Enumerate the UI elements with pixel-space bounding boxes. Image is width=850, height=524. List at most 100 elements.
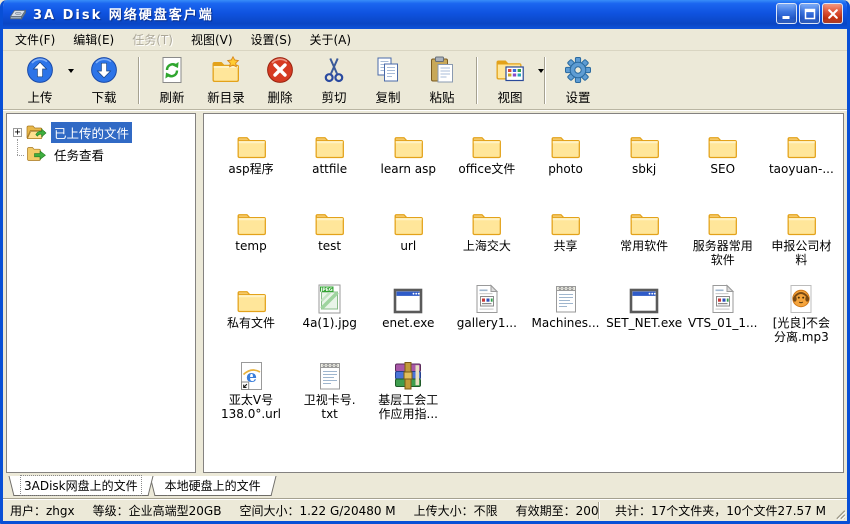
menu-view[interactable]: 视图(V) xyxy=(182,28,242,51)
file-item[interactable]: test xyxy=(291,204,369,281)
file-label: 卫视卡号. txt xyxy=(304,393,356,421)
file-item[interactable]: JPEG 4a(1).jpg xyxy=(291,281,369,358)
toolbar-button-label: 复制 xyxy=(375,87,400,106)
copy-icon xyxy=(375,56,401,85)
toolbar-button-label: 新目录 xyxy=(207,87,245,106)
file-item[interactable]: VTS_01_1... xyxy=(684,281,762,358)
view-button[interactable]: 视图 xyxy=(483,54,537,106)
dropdown-arrow-icon[interactable] xyxy=(67,67,75,75)
file-label: 私有文件 xyxy=(227,316,275,330)
file-item[interactable]: gallery1... xyxy=(448,281,526,358)
status-bar: 用户：zhgx等级：企业高端型20GB空间大小：1.22 G/20480 M上传… xyxy=(3,498,847,521)
tab-remote-files[interactable]: 3ADisk网盘上的文件 xyxy=(17,476,145,496)
copy-button[interactable]: 复制 xyxy=(361,54,415,106)
folder-icon xyxy=(236,281,267,314)
file-item[interactable]: 申报公司材 料 xyxy=(762,204,840,281)
title-bar[interactable]: 3A Disk 网络硬盘客户端 xyxy=(3,0,847,29)
file-item[interactable]: SET_NET.exe xyxy=(605,281,683,358)
folder-icon xyxy=(707,127,738,160)
folder-icon xyxy=(471,127,502,160)
menu-task[interactable]: 任务(T) xyxy=(123,28,182,51)
tree-item-label: 已上传的文件 xyxy=(51,122,132,143)
txt-icon xyxy=(318,358,342,391)
tree-item-task-view[interactable]: + 任务查看 xyxy=(7,143,195,165)
menu-edit[interactable]: 编辑(E) xyxy=(64,28,123,51)
view-icon xyxy=(495,56,525,85)
rar-icon xyxy=(394,358,422,391)
tree-item-uploaded-files[interactable]: + 已上传的文件 xyxy=(7,121,195,143)
file-item[interactable]: taoyuan-... xyxy=(762,127,840,204)
file-item[interactable]: enet.exe xyxy=(369,281,447,358)
bottom-tab-bar: 3ADisk网盘上的文件 本地硬盘上的文件 xyxy=(3,476,847,498)
toolbar: 上传 下载 刷新 新目录 删除 剪切 xyxy=(3,51,847,110)
folder-icon xyxy=(550,127,581,160)
status-field: 空间大小：1.22 G/20480 M xyxy=(239,502,395,519)
menu-file[interactable]: 文件(F) xyxy=(6,28,64,51)
toolbar-button-label: 剪切 xyxy=(321,87,346,106)
file-list-panel[interactable]: asp程序 attfile learn asp office文件 photo xyxy=(203,113,844,473)
resize-grip-icon[interactable] xyxy=(833,507,846,520)
paste-button[interactable]: 粘贴 xyxy=(415,54,469,106)
folder-icon xyxy=(707,204,738,237)
file-label: taoyuan-... xyxy=(769,162,834,176)
file-label: temp xyxy=(235,239,266,253)
file-label: attfile xyxy=(312,162,347,176)
download-button[interactable]: 下载 xyxy=(77,54,131,106)
folder-icon xyxy=(314,204,345,237)
folder-icon xyxy=(314,127,345,160)
dropdown-arrow-icon[interactable] xyxy=(537,67,545,75)
jpeg-icon: JPEG xyxy=(317,281,342,314)
file-label: 亚太V号 138.0°.url xyxy=(221,393,281,421)
minimize-button[interactable] xyxy=(776,3,797,24)
toolbar-button-label: 删除 xyxy=(267,87,292,106)
file-item[interactable]: asp程序 xyxy=(212,127,290,204)
toolbar-button-label: 设置 xyxy=(565,87,590,106)
cut-button[interactable]: 剪切 xyxy=(307,54,361,106)
file-item[interactable]: 私有文件 xyxy=(212,281,290,358)
mp3-icon xyxy=(789,281,813,314)
file-item[interactable]: office文件 xyxy=(448,127,526,204)
file-item[interactable]: SEO xyxy=(684,127,762,204)
status-field: 上传大小：不限 xyxy=(414,502,498,519)
file-item[interactable]: 常用软件 xyxy=(605,204,683,281)
file-label: office文件 xyxy=(458,162,515,176)
html-icon xyxy=(475,281,499,314)
url-icon: e xyxy=(238,358,264,391)
file-item[interactable]: 上海交大 xyxy=(448,204,526,281)
maximize-button[interactable] xyxy=(799,3,820,24)
file-item[interactable]: photo xyxy=(527,127,605,204)
close-button[interactable] xyxy=(822,3,843,24)
file-item[interactable]: temp xyxy=(212,204,290,281)
file-label: sbkj xyxy=(632,162,656,176)
file-grid: asp程序 attfile learn asp office文件 photo xyxy=(212,127,841,435)
app-window: 3A Disk 网络硬盘客户端 文件(F)编辑(E)任务(T)视图(V)设置(S… xyxy=(0,0,850,524)
file-item[interactable]: attfile xyxy=(291,127,369,204)
menu-about[interactable]: 关于(A) xyxy=(301,28,361,51)
status-field: 等级：企业高端型20GB xyxy=(93,502,222,519)
settings-button[interactable]: 设置 xyxy=(551,54,605,106)
menu-settings[interactable]: 设置(S) xyxy=(242,28,301,51)
download-icon xyxy=(90,56,118,85)
expand-plus-icon[interactable]: + xyxy=(13,128,22,137)
new-folder-icon xyxy=(211,56,241,85)
file-item[interactable]: url xyxy=(369,204,447,281)
file-item[interactable]: 服务器常用 软件 xyxy=(684,204,762,281)
file-item[interactable]: 共享 xyxy=(527,204,605,281)
folder-icon xyxy=(786,127,817,160)
file-item[interactable]: sbkj xyxy=(605,127,683,204)
folder-icon xyxy=(393,127,424,160)
delete-button[interactable]: 删除 xyxy=(253,54,307,106)
status-left-panel: 用户：zhgx等级：企业高端型20GB空间大小：1.22 G/20480 M上传… xyxy=(6,502,598,519)
file-item[interactable]: Machines... xyxy=(527,281,605,358)
file-label: 共享 xyxy=(553,239,577,253)
file-label: asp程序 xyxy=(228,162,273,176)
refresh-button[interactable]: 刷新 xyxy=(145,54,199,106)
file-item[interactable]: e 亚太V号 138.0°.url xyxy=(212,358,290,435)
tab-local-files[interactable]: 本地硬盘上的文件 xyxy=(158,476,268,496)
new-folder-button[interactable]: 新目录 xyxy=(199,54,253,106)
file-item[interactable]: [光良]不会 分离.mp3 xyxy=(762,281,840,358)
upload-button[interactable]: 上传 xyxy=(13,54,67,106)
file-item[interactable]: learn asp xyxy=(369,127,447,204)
file-item[interactable]: 基层工会工 作应用指... xyxy=(369,358,447,435)
file-item[interactable]: 卫视卡号. txt xyxy=(291,358,369,435)
